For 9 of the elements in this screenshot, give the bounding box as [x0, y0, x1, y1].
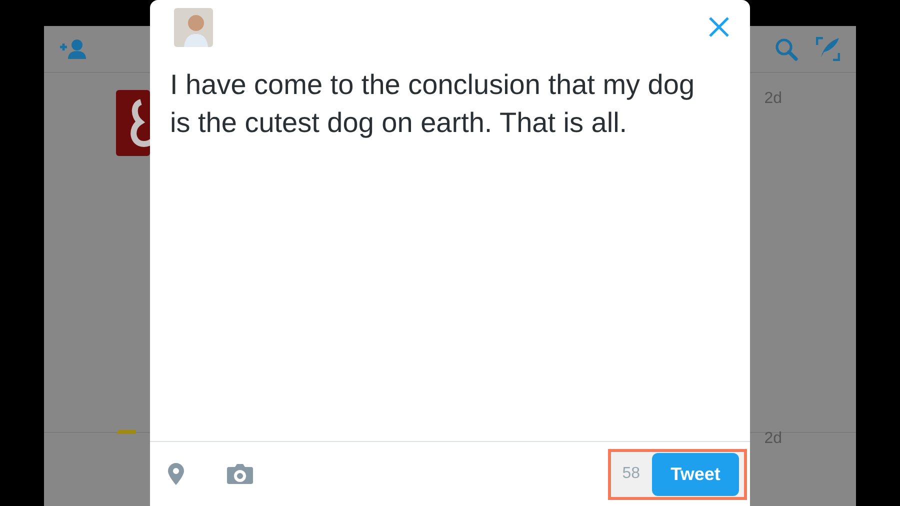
search-icon[interactable] [774, 36, 798, 61]
avatar [174, 8, 213, 47]
character-count: 58 [622, 465, 640, 483]
tweet-text[interactable]: I have come to the conclusion that my dog is the cutest dog on earth. That is all. [150, 66, 750, 441]
location-pin-icon[interactable] [166, 462, 186, 486]
close-button[interactable] [708, 16, 730, 38]
compose-icon[interactable] [816, 36, 840, 61]
camera-icon[interactable] [226, 463, 254, 485]
logo-icon [116, 90, 150, 156]
